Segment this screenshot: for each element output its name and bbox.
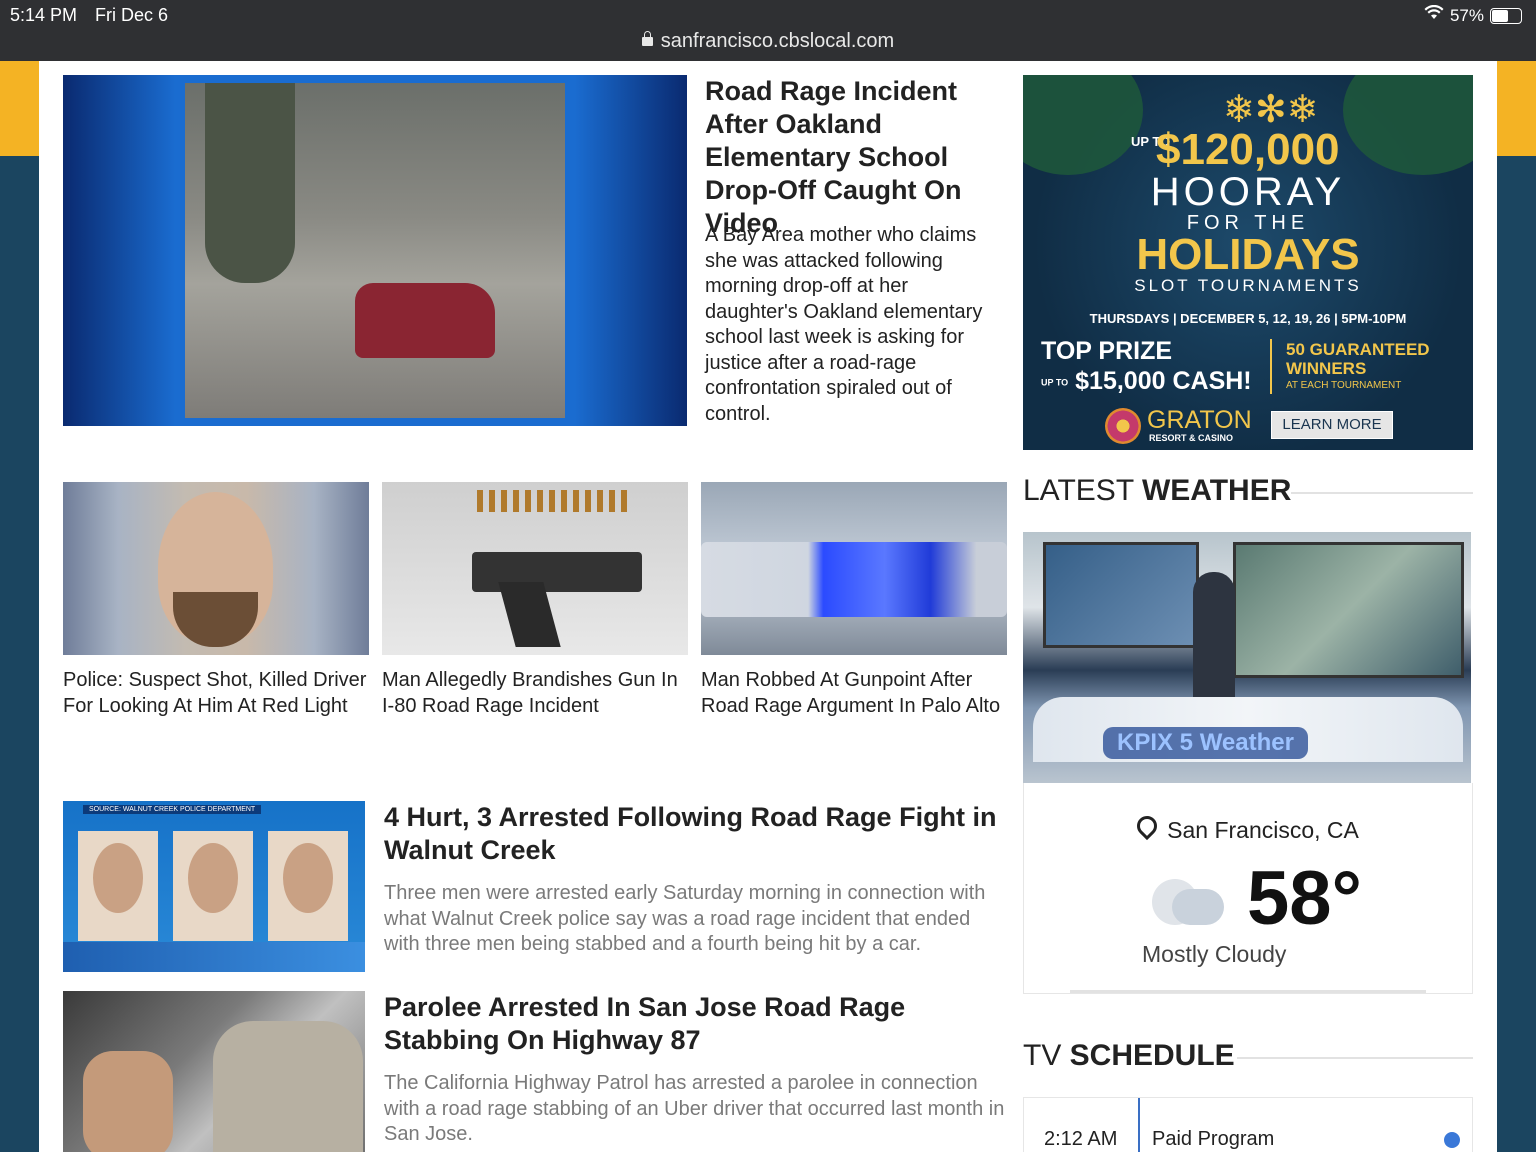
car-shape [355,283,495,358]
ad-top-prize: TOP PRIZE [1041,337,1173,365]
story-title[interactable]: Man Allegedly Brandishes Gun In I-80 Roa… [382,667,688,719]
graton-ad[interactable]: ❄✻❄ UP TO $120,000 HOORAY FOR THE HOLIDA… [1023,75,1473,450]
lock-icon [641,31,653,46]
live-dot-icon [1444,1132,1460,1148]
image-caption: SOURCE: WALNUT CREEK POLICE DEPARTMENT [83,805,262,814]
story-thumbnail[interactable] [701,482,1007,655]
ad-top-prize-upto: UP TO [1041,377,1069,388]
status-date: Fri Dec 6 [95,5,169,25]
side-accent-right [1497,61,1536,156]
story-thumbnail[interactable] [382,482,688,655]
story-title[interactable]: Man Robbed At Gunpoint After Road Rage A… [701,667,1007,719]
ad-prize: $120,000 [1156,125,1340,174]
ad-brand: GRATON [1147,406,1252,434]
meteorologist [1193,572,1235,702]
page-content: Road Rage Incident After Oakland Element… [39,61,1497,1152]
tv-heading-bold: SCHEDULE [1069,1039,1235,1072]
side-accent-left [0,61,39,156]
battery-icon [1490,7,1522,24]
ad-guaranteed-sub: AT EACH TOURNAMENT [1286,380,1402,391]
weather-condition: Mostly Cloudy [1142,941,1287,967]
weather-heading-rule [1291,492,1473,494]
weather-video-thumbnail[interactable]: KPIX 5 Weather [1023,532,1471,783]
battery-percent: 57% [1449,5,1484,25]
ad-top-prize-amount: $15,000 CASH! [1075,367,1252,395]
weather-location: San Francisco, CA [1024,811,1472,844]
weather-temperature: 58° [1247,856,1362,941]
address-bar[interactable]: sanfrancisco.cbslocal.com [0,30,1536,53]
tv-schedule-row[interactable]: 2:12 AM Paid Program [1023,1097,1473,1152]
story-card[interactable]: Man Allegedly Brandishes Gun In I-80 Roa… [382,482,688,719]
learn-more-button[interactable]: LEARN MORE [1271,411,1393,439]
tv-heading-rule [1237,1057,1473,1059]
ad-brand-sub: RESORT & CASINO [1149,433,1234,443]
featured-description: A Bay Area mother who claims she was att… [705,224,983,425]
tv-heading-light: TV [1023,1039,1070,1072]
wifi-icon [1424,4,1444,26]
story-thumbnail[interactable]: SOURCE: WALNUT CREEK POLICE DEPARTMENT [63,801,365,972]
status-indicators: 57% [1424,4,1522,26]
featured-title[interactable]: Road Rage Incident After Oakland Element… [705,75,1015,240]
url-text: sanfrancisco.cbslocal.com [660,30,895,52]
story-title[interactable]: 4 Hurt, 3 Arrested Following Road Rage F… [384,801,1004,867]
story-description: The California Highway Patrol has arrest… [384,1072,1005,1145]
tv-time: 2:12 AM [1044,1128,1118,1150]
story-title[interactable]: Parolee Arrested In San Jose Road Rage S… [384,991,1004,1057]
story-row[interactable]: SOURCE: WALNUT CREEK POLICE DEPARTMENT 4… [63,801,1008,981]
cloud-icon [1144,875,1224,927]
story-title[interactable]: Police: Suspect Shot, Killed Driver For … [63,667,369,719]
ad-guaranteed: 50 GUARANTEED WINNERS [1286,340,1430,378]
story-card[interactable]: Police: Suspect Shot, Killed Driver For … [63,482,369,719]
story-card[interactable]: Man Robbed At Gunpoint After Road Rage A… [701,482,1007,719]
story-row[interactable]: Parolee Arrested In San Jose Road Rage S… [63,991,1008,1152]
ad-dates: THURSDAYS | DECEMBER 5, 12, 19, 26 | 5PM… [1089,311,1407,326]
tv-schedule-heading: TV SCHEDULE [1023,1039,1235,1073]
weather-location-text: San Francisco, CA [1167,817,1359,843]
story-description: Three men were arrested early Saturday m… [384,882,986,955]
weather-heading-light: LATEST [1023,474,1142,507]
status-bar: 5:14 PM Fri Dec 6 57% sanfrancisco.cbslo… [0,0,1536,61]
featured-image[interactable] [63,75,687,426]
ad-holidays: HOLIDAYS [1136,230,1360,279]
graton-logo-icon [1105,408,1141,444]
status-time: 5:14 PM [10,5,78,25]
weather-heading-bold: WEATHER [1141,474,1292,507]
location-pin-icon [1132,811,1162,841]
weather-heading: LATEST WEATHER [1023,474,1291,508]
weather-card[interactable]: San Francisco, CA 58° Mostly Cloudy [1023,783,1473,994]
ad-top-prize-value: UP TO $15,000 CASH! [1041,367,1252,396]
ad-slot: SLOT TOURNAMENTS [1134,276,1362,295]
tv-program[interactable]: Paid Program [1152,1128,1274,1151]
kpix-weather-logo: KPIX 5 Weather [1103,727,1308,759]
story-thumbnail[interactable] [63,991,365,1152]
story-thumbnail[interactable] [63,482,369,655]
ad-hooray: HOORAY [1150,170,1346,214]
